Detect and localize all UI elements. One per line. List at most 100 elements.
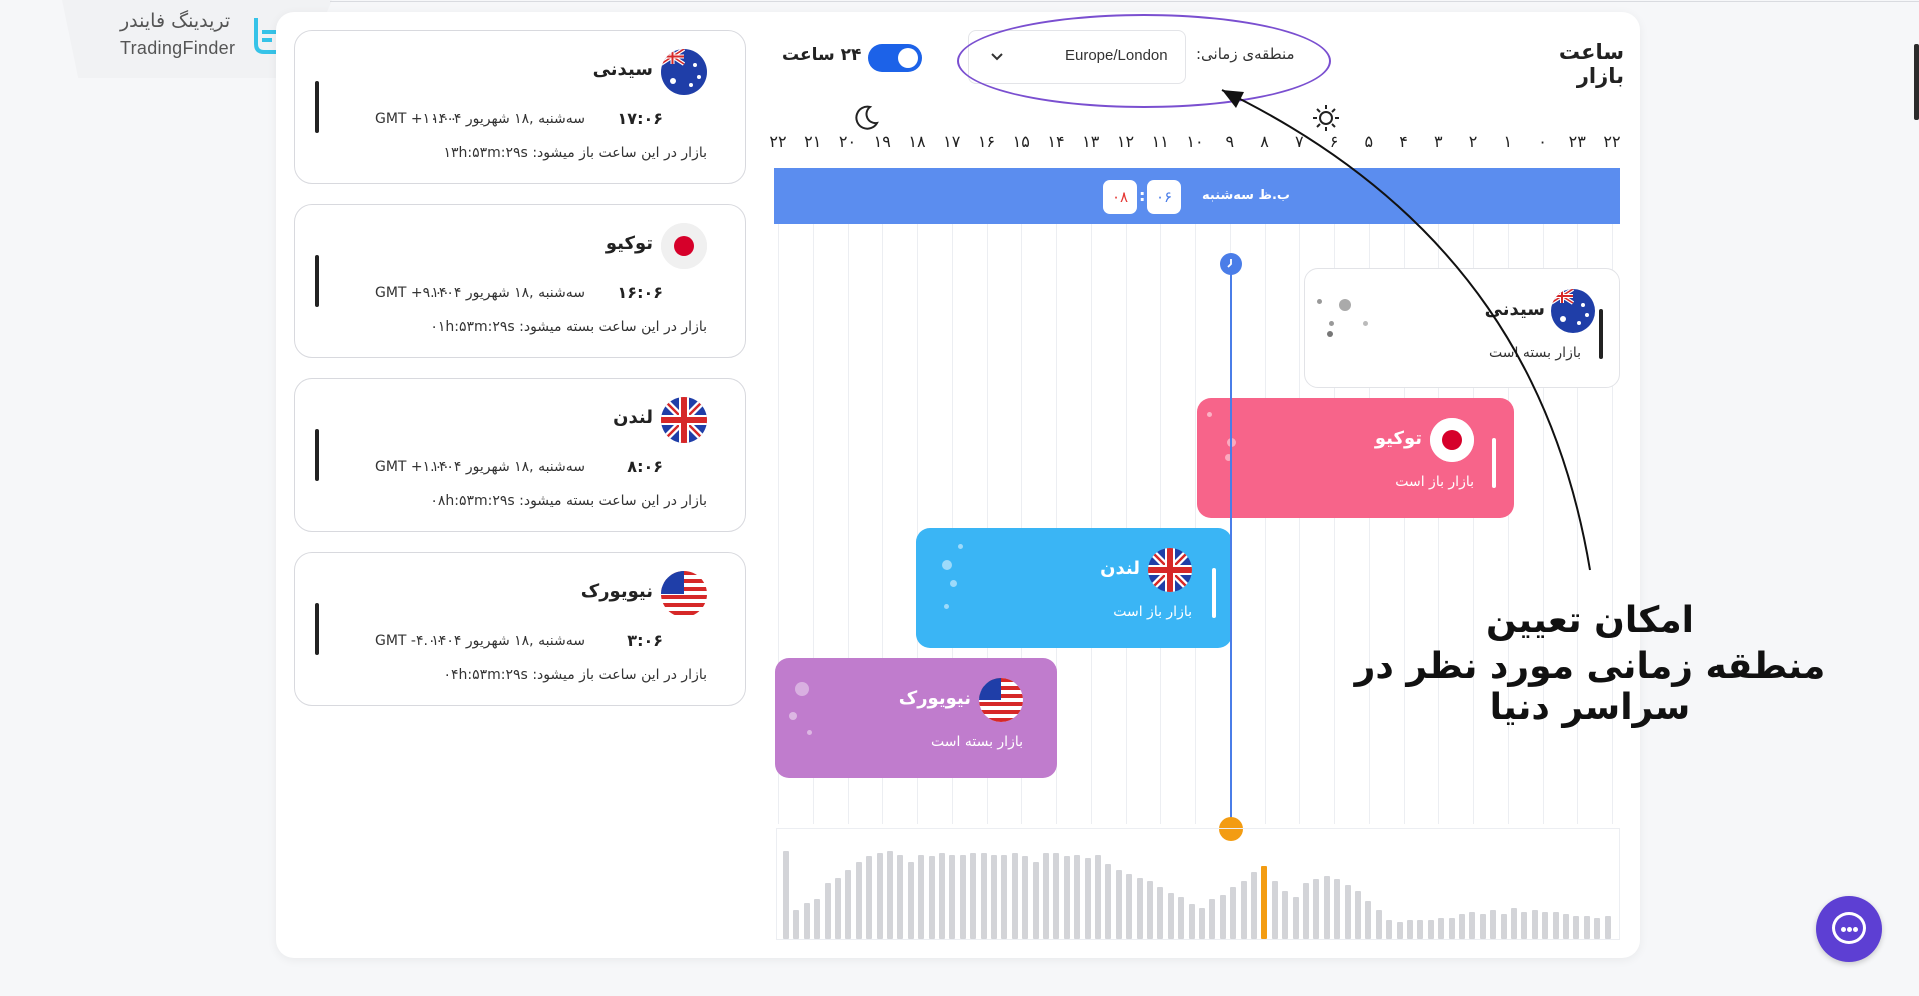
volume-bar bbox=[1199, 908, 1205, 939]
volume-bar bbox=[1251, 872, 1257, 939]
volume-bar bbox=[1022, 856, 1029, 939]
volume-bar bbox=[1438, 918, 1445, 939]
volume-bar bbox=[1407, 920, 1413, 939]
hour-label: ۱۸ bbox=[908, 132, 926, 151]
volume-bar bbox=[1542, 912, 1549, 939]
volume-bar bbox=[845, 870, 852, 939]
volume-bar bbox=[1230, 887, 1237, 939]
hour-label: ۱۵ bbox=[1012, 132, 1030, 151]
volume-bar bbox=[928, 856, 935, 939]
market-status: بازار در این ساعت بسته میشود: ۰۱h:۵۳m:۲۹… bbox=[430, 319, 707, 335]
brand-name-en: TradingFinder bbox=[120, 38, 236, 58]
market-name: لندن bbox=[613, 407, 653, 428]
hour-label: ۱۶ bbox=[977, 132, 996, 151]
market-card-bar bbox=[315, 603, 319, 655]
hour-label: ۶ bbox=[1329, 132, 1339, 151]
volume-bar bbox=[1011, 853, 1018, 939]
volume-bar bbox=[970, 853, 977, 939]
decor-dot bbox=[1339, 299, 1351, 311]
session-block-tokyo[interactable]: توکیو بازار باز است bbox=[1197, 398, 1514, 518]
market-status: بازار در این ساعت باز میشود: ۱۳h:۵۳m:۲۹s bbox=[444, 145, 708, 161]
grid-line bbox=[1264, 224, 1266, 824]
decor-dot bbox=[958, 544, 963, 549]
volume-bar bbox=[918, 855, 925, 939]
24-hour-toggle[interactable] bbox=[868, 44, 922, 72]
hour-label: ۱۷ bbox=[943, 132, 961, 151]
market-name: سیدنی bbox=[592, 59, 653, 80]
sun-icon bbox=[1313, 105, 1339, 131]
grid-line bbox=[1195, 224, 1196, 824]
hour-label: ۱۴ bbox=[1047, 132, 1065, 151]
australia-flag-icon bbox=[661, 49, 707, 95]
brand-name-fa: تریدینگ فایندر bbox=[120, 10, 231, 32]
chat-dot bbox=[1841, 927, 1846, 932]
market-countdown: ۰۴h:۵۳m:۲۹s bbox=[443, 667, 528, 683]
day-band bbox=[774, 168, 1620, 224]
volume-bar bbox=[814, 899, 821, 939]
volume-bar bbox=[1074, 855, 1081, 939]
hour-label: ۵ bbox=[1364, 132, 1374, 151]
volume-bar bbox=[1313, 879, 1320, 939]
volume-bar bbox=[1375, 910, 1382, 939]
volume-bar bbox=[1032, 862, 1039, 939]
hour-label: ۹ bbox=[1225, 132, 1235, 151]
clock-icon[interactable] bbox=[1220, 253, 1242, 275]
session-bar bbox=[1492, 438, 1496, 488]
volume-bar bbox=[1157, 887, 1164, 939]
volume-bar bbox=[1292, 897, 1299, 939]
market-name: نیویورک bbox=[580, 581, 653, 602]
annotation-line-2: منطقه زمانی مورد نظر در سراسر دنیا bbox=[1354, 646, 1826, 728]
volume-bar bbox=[1063, 856, 1070, 939]
hour-label: ۱۲ bbox=[1116, 132, 1135, 151]
day-band-label: ب.ظ سه‌شنبه bbox=[1202, 188, 1290, 203]
volume-bar bbox=[1105, 864, 1112, 939]
market-status: بازار در این ساعت بسته میشود: ۰۸h:۵۳m:۲۹… bbox=[430, 493, 707, 509]
market-status-text: بازار در این ساعت باز میشود: bbox=[532, 145, 707, 161]
chat-button[interactable] bbox=[1816, 896, 1882, 962]
volume-bar bbox=[1240, 881, 1247, 939]
market-gmt: GMT +۱۰.۰۰ bbox=[375, 111, 458, 127]
decor-dot bbox=[1329, 321, 1334, 326]
market-card-tokyo[interactable]: توکیو ۱۶:۰۶ سه‌شنبه ,۱۸ شهریور ۱۴۰۴ GMT … bbox=[294, 204, 746, 358]
market-status: بازار در این ساعت باز میشود: ۰۴h:۵۳m:۲۹s bbox=[444, 667, 708, 683]
volume-bar bbox=[1531, 910, 1538, 939]
hour-label: ۸ bbox=[1260, 132, 1269, 151]
session-name: نیویورک bbox=[898, 688, 971, 709]
hour-label: ۲۰ bbox=[838, 132, 857, 151]
volume-bar bbox=[1479, 914, 1486, 939]
market-card-sydney[interactable]: سیدنی ۱۷:۰۶ سه‌شنبه ,۱۸ شهریور ۱۴۰۴ GMT … bbox=[294, 30, 746, 184]
decor-dot bbox=[1317, 299, 1322, 304]
hour-label: ۲۱ bbox=[804, 132, 822, 151]
market-countdown: ۰۱h:۵۳m:۲۹s bbox=[430, 319, 515, 335]
volume-bar bbox=[1084, 858, 1091, 939]
session-block-newyork[interactable]: نیویورک بازار بسته است bbox=[775, 658, 1057, 778]
hour-label: ۱۱ bbox=[1151, 132, 1169, 151]
volume-bar bbox=[1095, 855, 1101, 939]
uk-flag-icon bbox=[661, 397, 707, 443]
volume-bar bbox=[793, 910, 800, 939]
hour-label: ۰ bbox=[1538, 132, 1547, 151]
volume-bar bbox=[1365, 901, 1372, 939]
volume-bar bbox=[1178, 897, 1185, 939]
decor-dot bbox=[789, 712, 797, 720]
session-block-london[interactable]: لندن بازار باز است bbox=[916, 528, 1232, 648]
japan-flag-icon bbox=[661, 223, 707, 269]
annotation-line-1: امکان تعیین bbox=[1486, 600, 1694, 641]
market-name: توکیو bbox=[605, 233, 653, 254]
hour-label: ۲ bbox=[1468, 132, 1478, 151]
market-card-london[interactable]: لندن ۸:۰۶ سه‌شنبه ,۱۸ شهریور ۱۴۰۴ GMT +۱… bbox=[294, 378, 746, 532]
page-scrollbar[interactable] bbox=[1914, 44, 1919, 120]
session-block-sydney[interactable]: سیدنی بازار بسته است bbox=[1304, 268, 1620, 388]
volume-bar bbox=[959, 855, 966, 939]
session-status: بازار باز است bbox=[1113, 604, 1192, 620]
market-card-newyork[interactable]: نیویورک ۳:۰۶ سه‌شنبه ,۱۸ شهریور ۱۴۰۴ GMT… bbox=[294, 552, 746, 706]
volume-bar bbox=[1573, 916, 1580, 939]
volume-bar bbox=[1594, 918, 1601, 939]
decor-dot bbox=[1327, 331, 1333, 337]
decor-dot bbox=[1207, 412, 1212, 417]
market-card-bar bbox=[315, 255, 319, 307]
volume-bar bbox=[835, 878, 841, 939]
volume-bar bbox=[1334, 879, 1341, 939]
session-status: بازار باز است bbox=[1395, 474, 1474, 490]
market-status-text: بازار در این ساعت بسته میشود: bbox=[519, 319, 707, 335]
